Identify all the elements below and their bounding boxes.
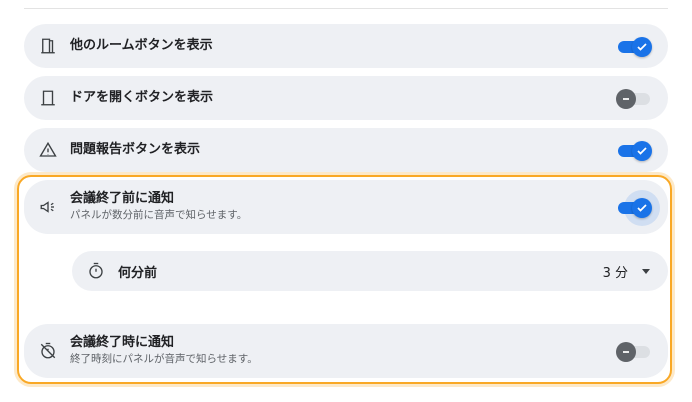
timer-icon: [86, 261, 106, 281]
settings-page: 他のルームボタンを表示 ドアを開くボタンを表示 問題報告ボタンを表示 会議終了前…: [0, 0, 692, 402]
warning-icon: [38, 140, 58, 160]
check-icon: [632, 198, 652, 218]
show-report-issue-toggle[interactable]: [616, 138, 654, 162]
setting-show-other-rooms[interactable]: 他のルームボタンを表示: [24, 24, 668, 68]
setting-notify-at-end[interactable]: 会議終了時に通知 終了時刻にパネルが音声で知らせます。: [24, 324, 668, 378]
door-open-icon: [38, 88, 58, 108]
minus-icon: [616, 342, 636, 362]
setting-subtitle: 終了時刻にパネルが音声で知らせます。: [70, 353, 258, 365]
minutes-select[interactable]: 3 分: [603, 261, 650, 281]
setting-notify-before-end[interactable]: 会議終了前に通知 パネルが数分前に音声で知らせます。: [24, 180, 668, 234]
timer-off-icon: [38, 341, 58, 361]
show-door-open-toggle[interactable]: [616, 86, 654, 110]
notify-at-end-toggle[interactable]: [616, 339, 654, 363]
divider: [24, 8, 668, 9]
notify-before-end-toggle[interactable]: [616, 190, 660, 226]
minus-icon: [616, 89, 636, 109]
megaphone-icon: [38, 197, 58, 217]
setting-subtitle: パネルが数分前に音声で知らせます。: [70, 209, 248, 221]
setting-title: 会議終了前に通知: [70, 191, 175, 206]
show-other-rooms-toggle[interactable]: [616, 34, 654, 58]
setting-title: 会議終了時に通知: [70, 335, 175, 350]
setting-show-report-issue[interactable]: 問題報告ボタンを表示: [24, 128, 668, 172]
door-icon: [38, 36, 58, 56]
setting-title: 問題報告ボタンを表示: [70, 142, 201, 157]
dropdown-arrow-icon: [642, 268, 650, 274]
check-icon: [632, 141, 652, 161]
check-icon: [632, 37, 652, 57]
setting-title: 他のルームボタンを表示: [70, 38, 213, 53]
minutes-before-label: 何分前: [118, 266, 158, 281]
minutes-before-setting[interactable]: 何分前 3 分: [72, 251, 668, 291]
minutes-value: 3 分: [602, 265, 628, 281]
setting-title: ドアを開くボタンを表示: [70, 90, 214, 105]
setting-show-door-open[interactable]: ドアを開くボタンを表示: [24, 76, 668, 120]
